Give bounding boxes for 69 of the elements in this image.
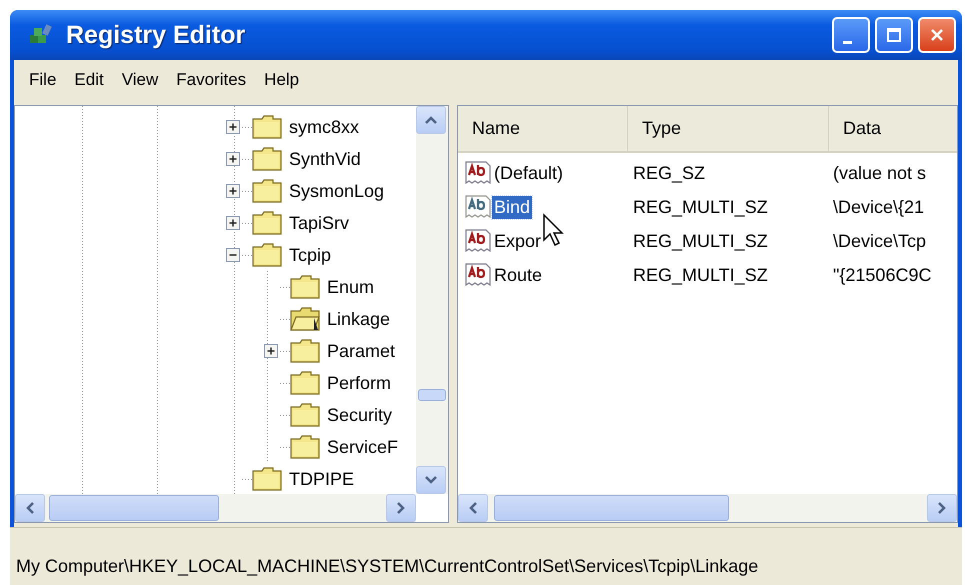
expand-icon[interactable] bbox=[226, 152, 240, 166]
scroll-left-button[interactable] bbox=[15, 494, 45, 522]
close-icon bbox=[929, 27, 945, 43]
value-data: (value not s bbox=[832, 162, 928, 184]
expand-icon[interactable] bbox=[226, 184, 240, 198]
scroll-right-button[interactable] bbox=[386, 494, 416, 522]
column-header[interactable]: Name bbox=[458, 106, 628, 151]
tree-item[interactable]: symc8xx bbox=[289, 116, 360, 138]
tree-item[interactable]: Tcpip bbox=[289, 244, 332, 266]
scroll-right-button[interactable] bbox=[927, 494, 957, 522]
column-header[interactable]: Data bbox=[829, 106, 957, 151]
expand-icon[interactable] bbox=[226, 120, 240, 134]
value-name[interactable]: Bind bbox=[492, 196, 532, 218]
tree-item[interactable]: SynthVid bbox=[289, 148, 361, 170]
value-data: "{21506C9C bbox=[832, 264, 932, 286]
tree-item[interactable]: TapiSrv bbox=[289, 212, 350, 234]
chevron-right-icon bbox=[396, 501, 406, 515]
minimize-icon bbox=[842, 40, 852, 44]
value-type: REG_MULTI_SZ bbox=[632, 196, 769, 218]
value-name[interactable]: (Default) bbox=[492, 162, 566, 184]
chevron-left-icon bbox=[468, 501, 478, 515]
tree-item[interactable]: ServiceF bbox=[327, 436, 398, 458]
scroll-thumb[interactable] bbox=[418, 389, 446, 401]
value-data: \Device\{21 bbox=[832, 196, 926, 218]
scroll-down-button[interactable] bbox=[416, 466, 446, 494]
mouse-pointer-icon bbox=[542, 213, 564, 247]
string-value-icon bbox=[464, 261, 492, 289]
value-name[interactable]: Route bbox=[492, 264, 544, 286]
maximize-button[interactable] bbox=[875, 17, 913, 53]
tree-item[interactable]: Perform bbox=[327, 372, 392, 394]
scroll-thumb[interactable] bbox=[49, 495, 219, 521]
menu-item[interactable]: File bbox=[20, 68, 66, 92]
value-name[interactable]: Expor bbox=[492, 230, 544, 252]
scroll-up-button[interactable] bbox=[416, 106, 446, 134]
string-value-icon bbox=[464, 227, 492, 255]
string-value-icon bbox=[464, 193, 492, 221]
value-type: REG_MULTI_SZ bbox=[632, 230, 769, 252]
menu-item[interactable]: Favorites bbox=[167, 68, 256, 92]
tree-item[interactable]: Enum bbox=[327, 276, 374, 298]
tree-item[interactable]: SysmonLog bbox=[289, 180, 384, 202]
expand-icon[interactable] bbox=[226, 216, 240, 230]
maximize-icon bbox=[886, 27, 902, 43]
scroll-left-button[interactable] bbox=[458, 494, 488, 522]
chevron-up-icon bbox=[424, 115, 438, 125]
horizontal-scrollbar[interactable] bbox=[458, 494, 957, 522]
menu-item[interactable]: Help bbox=[255, 68, 308, 92]
scroll-thumb[interactable] bbox=[494, 495, 729, 521]
window-title: Registry Editor bbox=[66, 20, 246, 50]
tree-item[interactable]: Security bbox=[327, 404, 392, 426]
chevron-right-icon bbox=[937, 501, 947, 515]
tree-item[interactable]: TDPIPE bbox=[289, 468, 354, 490]
close-button[interactable] bbox=[918, 17, 956, 53]
menu-item[interactable]: Edit bbox=[65, 68, 113, 92]
vertical-scrollbar[interactable] bbox=[416, 106, 448, 494]
status-path: My Computer\HKEY_LOCAL_MACHINE\SYSTEM\CurrentControlSet\Services\Tcpip\Linkage bbox=[16, 556, 758, 577]
value-data: \Device\Tcp bbox=[832, 230, 928, 252]
menu-item[interactable]: View bbox=[112, 68, 168, 92]
value-type: REG_SZ bbox=[632, 162, 706, 184]
tree-item[interactable]: Linkage bbox=[327, 308, 390, 330]
string-value-icon bbox=[464, 159, 492, 187]
minimize-button[interactable] bbox=[832, 17, 870, 53]
horizontal-scrollbar[interactable] bbox=[15, 494, 416, 522]
column-header[interactable]: Type bbox=[628, 106, 829, 151]
chevron-left-icon bbox=[25, 501, 35, 515]
expand-icon[interactable] bbox=[264, 344, 278, 358]
collapse-icon[interactable] bbox=[226, 248, 240, 262]
value-type: REG_MULTI_SZ bbox=[632, 264, 769, 286]
tree-item[interactable]: Paramet bbox=[327, 340, 396, 362]
chevron-down-icon bbox=[424, 475, 438, 485]
